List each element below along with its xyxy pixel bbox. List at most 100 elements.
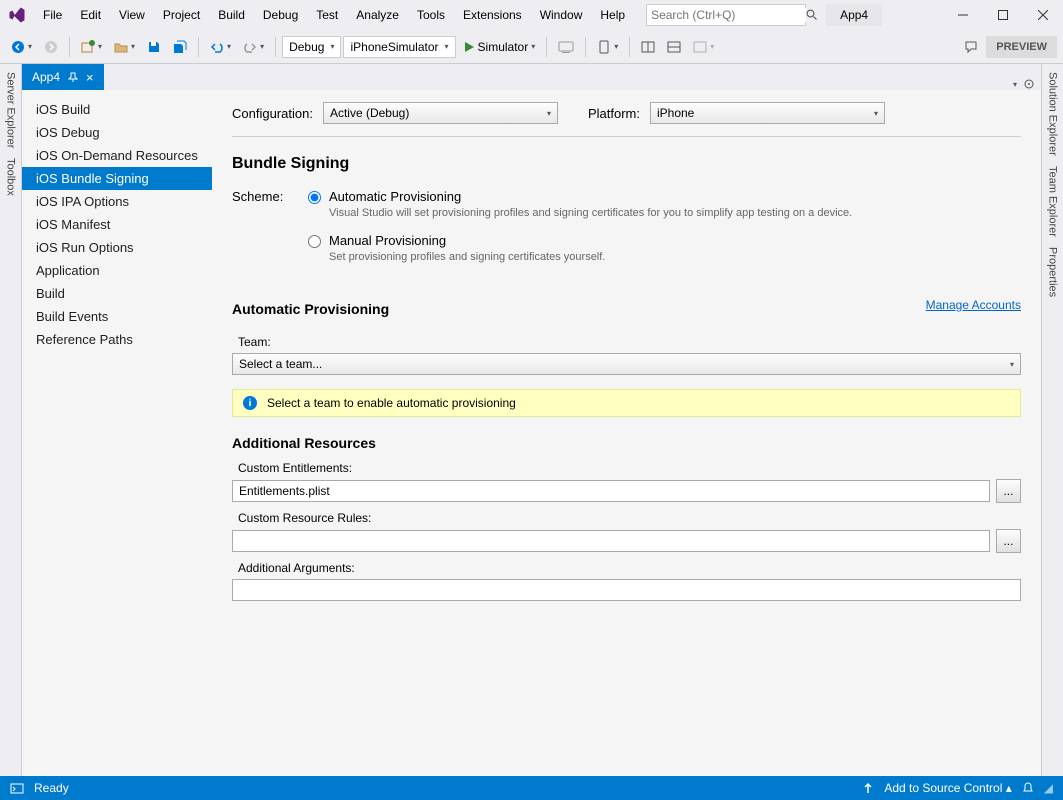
manage-accounts-link[interactable]: Manage Accounts (926, 298, 1021, 312)
configuration-dropdown[interactable]: Active (Debug)▾ (323, 102, 558, 124)
platform-dropdown[interactable]: iPhone▾ (650, 102, 885, 124)
radio-automatic[interactable]: Automatic Provisioning Visual Studio wil… (308, 189, 852, 219)
separator (198, 37, 199, 57)
resize-grip-icon[interactable]: ◢ (1044, 781, 1053, 795)
source-control-button[interactable]: Add to Source Control ▴ (884, 781, 1011, 795)
layout-button-2[interactable] (662, 37, 686, 57)
menu-view[interactable]: View (110, 2, 154, 28)
start-button[interactable]: Simulator▾ (458, 37, 541, 57)
minimize-button[interactable] (943, 0, 983, 30)
menu-test[interactable]: Test (307, 2, 347, 28)
left-tool-strip: Server Explorer Toolbox (0, 64, 22, 776)
additional-arguments-label: Additional Arguments: (232, 561, 1021, 575)
menu-help[interactable]: Help (591, 2, 634, 28)
properties-tab[interactable]: Properties (1047, 247, 1059, 297)
scheme-row: Scheme: Automatic Provisioning Visual St… (232, 189, 1021, 263)
tab-overflow-button[interactable]: ▾ (1013, 80, 1017, 89)
target-dropdown[interactable]: iPhoneSimulator▾ (343, 36, 455, 58)
close-button[interactable] (1023, 0, 1063, 30)
layout-button-1[interactable] (636, 37, 660, 57)
server-explorer-tab[interactable]: Server Explorer (5, 72, 17, 148)
menu-tools[interactable]: Tools (408, 2, 454, 28)
team-dropdown[interactable]: Select a team...▾ (232, 353, 1021, 375)
save-button[interactable] (142, 37, 166, 57)
feedback-button[interactable] (958, 36, 984, 58)
additional-arguments-input[interactable] (232, 579, 1021, 601)
custom-entitlements-input[interactable] (232, 480, 990, 502)
pin-icon[interactable] (68, 72, 78, 82)
app-title: App4 (826, 4, 882, 26)
menu-analyze[interactable]: Analyze (347, 2, 408, 28)
radio-automatic-input[interactable] (308, 191, 321, 204)
tab-label: App4 (32, 70, 60, 84)
toolbar: ▾ ▾ ▾ ▾ ▾ Debug▾ iPhoneSimulator▾ Simula… (0, 30, 1063, 64)
menu-window[interactable]: Window (531, 2, 592, 28)
radio-manual-title: Manual Provisioning (329, 233, 605, 248)
automatic-provisioning-header: Automatic Provisioning Manage Accounts (232, 283, 1021, 327)
notifications-icon[interactable] (1022, 782, 1034, 794)
search-box[interactable] (646, 4, 806, 26)
publish-icon[interactable] (862, 782, 874, 794)
undo-button[interactable]: ▾ (205, 37, 236, 57)
layout-button-3[interactable]: ▾ (688, 37, 719, 57)
custom-resource-rules-input[interactable] (232, 530, 990, 552)
menu-edit[interactable]: Edit (71, 2, 110, 28)
browse-entitlements-button[interactable]: ... (996, 479, 1021, 503)
configuration-label: Configuration: (232, 106, 313, 121)
sidebar-item-ios-ondemand[interactable]: iOS On-Demand Resources (22, 144, 212, 167)
sidebar-item-reference-paths[interactable]: Reference Paths (22, 328, 212, 351)
radio-automatic-desc: Visual Studio will set provisioning prof… (329, 207, 852, 219)
menu-project[interactable]: Project (154, 2, 209, 28)
radio-manual[interactable]: Manual Provisioning Set provisioning pro… (308, 233, 852, 263)
separator (629, 37, 630, 57)
nav-forward-button[interactable] (39, 37, 63, 57)
config-row: Configuration: Active (Debug)▾ Platform:… (232, 102, 1021, 137)
menu-extensions[interactable]: Extensions (454, 2, 531, 28)
sidebar-item-ios-build[interactable]: iOS Build (22, 98, 212, 121)
toolbox-tab[interactable]: Toolbox (5, 158, 17, 196)
config-dropdown[interactable]: Debug▾ (282, 36, 341, 58)
menu-build[interactable]: Build (209, 2, 254, 28)
separator (69, 37, 70, 57)
nav-back-button[interactable]: ▾ (6, 37, 37, 57)
document-area: App4 × ▾ iOS Build iOS Debug iOS On-Dema… (22, 64, 1041, 776)
sidebar-item-build[interactable]: Build (22, 282, 212, 305)
new-project-button[interactable]: ▾ (76, 37, 107, 57)
sidebar-item-ios-ipa[interactable]: iOS IPA Options (22, 190, 212, 213)
page-title: Bundle Signing (232, 155, 1021, 173)
close-icon[interactable]: × (86, 70, 94, 85)
status-ready: Ready (34, 781, 69, 795)
open-file-button[interactable]: ▾ (109, 37, 140, 57)
tab-options-icon[interactable] (1023, 78, 1035, 90)
sidebar-item-application[interactable]: Application (22, 259, 212, 282)
menu-debug[interactable]: Debug (254, 2, 307, 28)
automatic-provisioning-heading: Automatic Provisioning (232, 301, 389, 317)
status-output-icon[interactable] (10, 781, 24, 795)
menu-file[interactable]: File (34, 2, 71, 28)
search-input[interactable] (651, 8, 806, 22)
maximize-button[interactable] (983, 0, 1023, 30)
vs-logo-icon (0, 6, 34, 24)
tab-app4[interactable]: App4 × (22, 64, 104, 90)
redo-button[interactable]: ▾ (238, 37, 269, 57)
team-explorer-tab[interactable]: Team Explorer (1047, 166, 1059, 237)
sidebar-item-ios-run[interactable]: iOS Run Options (22, 236, 212, 259)
sidebar-item-ios-bundle-signing[interactable]: iOS Bundle Signing (22, 167, 212, 190)
pair-mac-button[interactable] (553, 37, 579, 57)
radio-manual-input[interactable] (308, 235, 321, 248)
additional-resources-heading: Additional Resources (232, 435, 1021, 451)
separator (275, 37, 276, 57)
window-controls (943, 0, 1063, 30)
scheme-radio-group: Automatic Provisioning Visual Studio wil… (308, 189, 852, 263)
custom-entitlements-label: Custom Entitlements: (232, 461, 1021, 475)
device-button[interactable]: ▾ (592, 37, 623, 57)
sidebar-item-ios-manifest[interactable]: iOS Manifest (22, 213, 212, 236)
sidebar-item-build-events[interactable]: Build Events (22, 305, 212, 328)
separator (585, 37, 586, 57)
sidebar-item-ios-debug[interactable]: iOS Debug (22, 121, 212, 144)
titlebar: File Edit View Project Build Debug Test … (0, 0, 1063, 30)
separator (546, 37, 547, 57)
save-all-button[interactable] (168, 37, 192, 57)
browse-resource-rules-button[interactable]: ... (996, 529, 1021, 553)
solution-explorer-tab[interactable]: Solution Explorer (1047, 72, 1059, 156)
